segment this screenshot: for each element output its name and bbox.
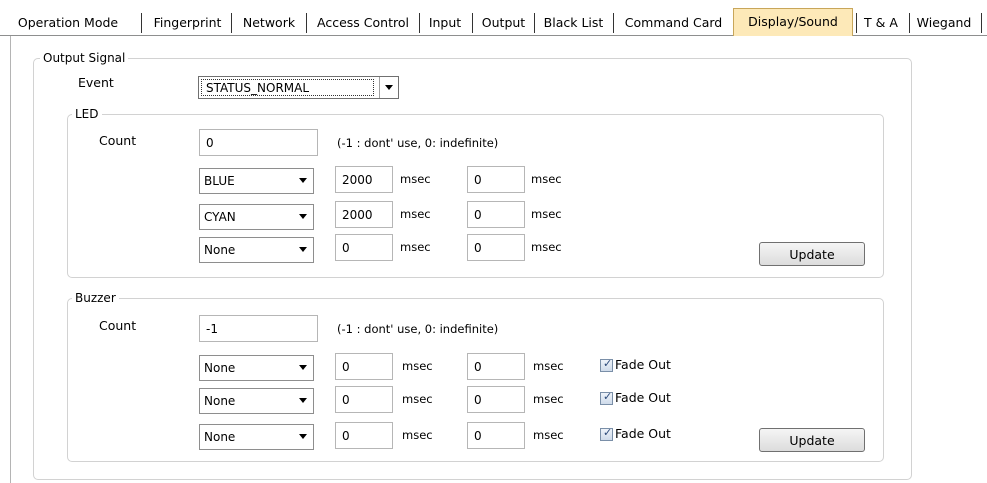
msec-label: msec [402, 392, 433, 406]
buzzer-off-duration-2[interactable] [467, 386, 525, 413]
tab-separator [306, 13, 307, 33]
tab-separator [856, 13, 857, 33]
led-legend: LED [72, 106, 102, 122]
tab-command-card[interactable]: Command Card [615, 10, 732, 36]
led-off-duration-1[interactable] [467, 166, 525, 193]
buzzer-group: Buzzer Count (-1 : dont' use, 0: indefin… [67, 290, 884, 462]
msec-label: msec [531, 240, 562, 254]
led-on-duration-3[interactable] [335, 234, 393, 261]
msec-label: msec [402, 428, 433, 442]
event-select-focus: STATUS_NORMAL [201, 79, 374, 96]
msec-label: msec [533, 392, 564, 406]
buzzer-update-button[interactable]: Update [759, 428, 865, 452]
fade-out-label: Fade Out [615, 357, 671, 372]
tab-t-and-a[interactable]: T & A [858, 10, 904, 36]
led-on-duration-2[interactable] [335, 201, 393, 228]
tab-display-sound[interactable]: Display/Sound [733, 8, 853, 36]
led-color-select-2[interactable]: CYAN [199, 204, 314, 230]
tab-fingerprint[interactable]: Fingerprint [143, 10, 232, 36]
tab-separator [613, 13, 614, 33]
buzzer-off-duration-3[interactable] [467, 422, 525, 449]
buzzer-on-duration-2[interactable] [335, 386, 393, 413]
led-color-select-1[interactable]: BLUE [199, 168, 314, 194]
chevron-down-icon [299, 398, 307, 403]
led-on-duration-1[interactable] [335, 166, 393, 193]
fade-out-label: Fade Out [615, 390, 671, 405]
tab-network[interactable]: Network [233, 10, 305, 36]
fade-out-checkbox-1[interactable]: ✓ [600, 357, 613, 372]
led-update-button[interactable]: Update [759, 242, 865, 266]
chevron-down-icon [385, 85, 393, 90]
fade-out-checkbox-3[interactable]: ✓ [600, 426, 613, 441]
msec-label: msec [400, 207, 431, 221]
buzzer-tone-value: None [204, 361, 236, 375]
led-color-value: BLUE [204, 174, 235, 188]
msec-label: msec [400, 240, 431, 254]
tab-separator [534, 13, 535, 33]
checkmark-icon: ✓ [603, 357, 613, 370]
msec-label: msec [400, 172, 431, 186]
checkmark-icon: ✓ [603, 426, 613, 439]
led-count-hint: (-1 : dont' use, 0: indefinite) [337, 136, 499, 150]
led-off-duration-2[interactable] [467, 201, 525, 228]
buzzer-on-duration-3[interactable] [335, 422, 393, 449]
chevron-down-icon [299, 178, 307, 183]
tab-separator [472, 13, 473, 33]
event-select-value: STATUS_NORMAL [206, 81, 310, 95]
tab-separator [419, 13, 420, 33]
buzzer-count-hint: (-1 : dont' use, 0: indefinite) [337, 322, 499, 336]
fade-out-label: Fade Out [615, 426, 671, 441]
buzzer-legend: Buzzer [72, 290, 119, 306]
msec-label: msec [402, 359, 433, 373]
buzzer-tone-select-2[interactable]: None [199, 388, 314, 414]
tab-output[interactable]: Output [474, 10, 533, 36]
buzzer-count-label: Count [99, 318, 137, 333]
buzzer-count-input[interactable] [199, 315, 318, 342]
tab-input[interactable]: Input [421, 10, 469, 36]
event-select[interactable]: STATUS_NORMAL [198, 76, 399, 99]
buzzer-tone-value: None [204, 430, 236, 444]
tab-separator [909, 13, 910, 33]
tab-separator [231, 13, 232, 33]
led-count-input[interactable] [199, 129, 318, 156]
chevron-down-icon [299, 247, 307, 252]
tab-black-list[interactable]: Black List [536, 10, 611, 36]
led-color-value: None [204, 243, 236, 257]
chevron-down-icon [299, 434, 307, 439]
checkmark-icon: ✓ [603, 390, 613, 403]
event-label: Event [78, 75, 114, 90]
led-color-select-3[interactable]: None [199, 237, 314, 263]
tab-operation-mode[interactable]: Operation Mode [2, 10, 134, 36]
tab-separator [141, 13, 142, 33]
buzzer-tone-value: None [204, 394, 236, 408]
led-off-duration-3[interactable] [467, 234, 525, 261]
tab-separator [981, 13, 982, 33]
output-signal-group: Output Signal Event STATUS_NORMAL LED Co… [33, 50, 912, 480]
msec-label: msec [533, 359, 564, 373]
output-signal-legend: Output Signal [40, 50, 129, 66]
led-group: LED Count (-1 : dont' use, 0: indefinite… [67, 106, 884, 278]
tab-strip: Operation Mode Fingerprint Network Acces… [0, 8, 987, 36]
fade-out-checkbox-2[interactable]: ✓ [600, 390, 613, 405]
display-sound-page: Output Signal Event STATUS_NORMAL LED Co… [10, 36, 987, 483]
tab-wiegand[interactable]: Wiegand [911, 10, 977, 36]
buzzer-on-duration-1[interactable] [335, 353, 393, 380]
chevron-down-icon [299, 214, 307, 219]
buzzer-off-duration-1[interactable] [467, 353, 525, 380]
led-count-label: Count [99, 133, 137, 148]
chevron-down-icon [299, 365, 307, 370]
msec-label: msec [531, 207, 562, 221]
tab-access-control[interactable]: Access Control [308, 10, 418, 36]
msec-label: msec [531, 172, 562, 186]
buzzer-tone-select-1[interactable]: None [199, 355, 314, 381]
msec-label: msec [533, 428, 564, 442]
event-select-dropdown[interactable] [379, 77, 398, 98]
led-color-value: CYAN [204, 210, 236, 224]
buzzer-tone-select-3[interactable]: None [199, 424, 314, 450]
